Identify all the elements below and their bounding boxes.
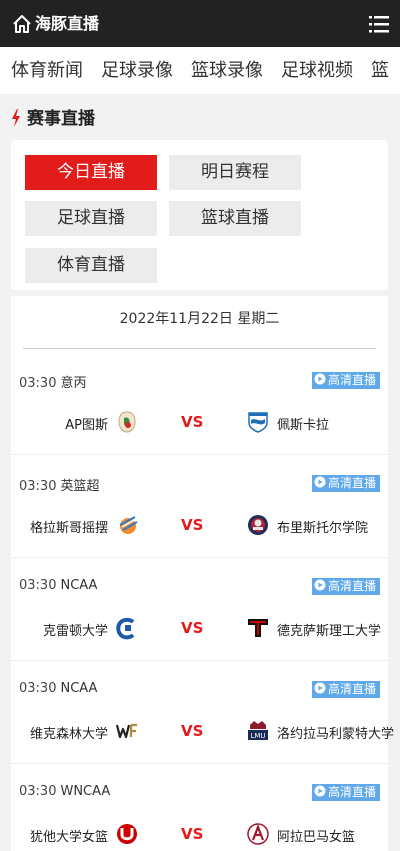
- vs-label: VS: [181, 722, 204, 740]
- away-team-logo-icon: LMU: [248, 721, 268, 740]
- match-row[interactable]: 03:30 英篮超 高清直播 格拉斯哥摇摆 VS 布里斯托尔学院: [11, 455, 388, 558]
- divider: [23, 348, 376, 349]
- hd-live-label: 高清直播: [327, 476, 376, 490]
- match-league: 意丙: [60, 376, 87, 391]
- match-time-league: 03:30 英篮超: [19, 475, 99, 494]
- play-icon: [314, 476, 326, 488]
- vs-label: VS: [181, 516, 204, 534]
- home-team-name: 克雷顿大学: [42, 624, 108, 639]
- away-team-name: 德克萨斯理工大学: [277, 624, 382, 639]
- hd-live-badge[interactable]: 高清直播: [311, 578, 380, 595]
- hd-live-label: 高清直播: [327, 373, 376, 387]
- date-label: 2022年11月22日 星期二: [119, 311, 280, 327]
- home-team-logo-icon: [116, 617, 135, 640]
- site-brand[interactable]: 海豚直播: [35, 13, 99, 35]
- category-nav: 体育新闻 足球录像 篮球录像 足球视频篮: [0, 47, 400, 95]
- hd-live-badge[interactable]: 高清直播: [311, 681, 380, 698]
- match-time-league: 03:30 NCAA: [19, 681, 97, 696]
- tab-basketball-live[interactable]: 篮球直播: [169, 201, 301, 236]
- match-row[interactable]: 03:30 NCAA 高清直播 克雷顿大学 VS 德克萨斯理工大学: [11, 558, 388, 661]
- hd-live-label: 高清直播: [327, 682, 376, 696]
- home-team-logo-icon: [118, 411, 136, 433]
- match-time: 03:30: [19, 784, 57, 799]
- nav-item-truncated[interactable]: 篮: [371, 47, 389, 94]
- home-icon[interactable]: [11, 13, 33, 35]
- away-team-name: 阿拉巴马女篮: [277, 830, 356, 845]
- tab-today-live[interactable]: 今日直播: [25, 155, 157, 190]
- away-team-name: 佩斯卡拉: [277, 418, 330, 433]
- match-row[interactable]: 03:30 NCAA 高清直播 维克森林大学 VS LMU 洛约拉马利蒙特大学: [11, 661, 394, 764]
- home-team-name: 格拉斯哥摇摆: [29, 521, 108, 536]
- hd-live-badge[interactable]: 高清直播: [311, 784, 380, 801]
- tab-sports-live[interactable]: 体育直播: [25, 248, 157, 283]
- away-team-logo-icon: [247, 823, 269, 845]
- away-team-logo-icon: [248, 619, 268, 637]
- match-time-league: 03:30 意丙: [19, 372, 86, 391]
- match-time: 03:30: [19, 479, 57, 494]
- away-team-name: 洛约拉马利蒙特大学: [277, 727, 395, 742]
- play-icon: [314, 579, 326, 591]
- section-title: 赛事直播: [11, 104, 95, 134]
- filter-tabs: 今日直播 明日赛程 足球直播 篮球直播 体育直播: [11, 140, 388, 290]
- match-league: WNCAA: [60, 784, 111, 799]
- home-team-name: AP图斯: [65, 418, 108, 433]
- tab-tomorrow-schedule[interactable]: 明日赛程: [169, 155, 301, 190]
- top-bar: 海豚直播: [0, 0, 400, 47]
- match-time: 03:30: [19, 376, 57, 391]
- nav-item-basketball-replays[interactable]: 篮球录像: [191, 47, 263, 94]
- match-row[interactable]: 03:30 意丙 高清直播 AP图斯 VS 佩斯卡拉: [11, 352, 388, 455]
- nav-item-football-videos[interactable]: 足球视频: [281, 47, 353, 94]
- match-league: 英篮超: [60, 479, 100, 494]
- match-row[interactable]: 03:30 WNCAA 高清直播 犹他大学女篮 VS 阿拉巴马女篮: [11, 764, 388, 851]
- hd-live-badge[interactable]: 高清直播: [311, 372, 380, 389]
- hd-live-label: 高清直播: [327, 579, 376, 593]
- away-team-logo-icon: [248, 412, 268, 433]
- play-icon: [314, 373, 326, 385]
- home-team-logo-icon: [119, 516, 138, 534]
- vs-label: VS: [181, 413, 204, 431]
- home-team-name: 犹他大学女篮: [29, 830, 108, 845]
- hd-live-label: 高清直播: [327, 785, 376, 799]
- home-team-logo-icon: [117, 824, 137, 844]
- match-time: 03:30: [19, 578, 57, 593]
- match-league: NCAA: [60, 578, 98, 593]
- away-team-name: 布里斯托尔学院: [277, 521, 369, 536]
- match-league: NCAA: [60, 681, 98, 696]
- nav-item-football-replays[interactable]: 足球录像: [101, 47, 173, 94]
- away-team-logo-icon: [248, 515, 268, 535]
- svg-text:LMU: LMU: [250, 732, 265, 740]
- tab-football-live[interactable]: 足球直播: [25, 201, 157, 236]
- match-time-league: 03:30 NCAA: [19, 578, 97, 593]
- match-list: 2022年11月22日 星期二 03:30 意丙 高清直播 AP图斯 VS 佩斯卡…: [11, 296, 394, 851]
- nav-item-sports-news[interactable]: 体育新闻: [11, 47, 83, 94]
- home-team-logo-icon: [115, 723, 137, 739]
- play-icon: [314, 682, 326, 694]
- match-time-league: 03:30 WNCAA: [19, 784, 110, 799]
- vs-label: VS: [181, 825, 204, 843]
- hd-live-badge[interactable]: 高清直播: [311, 475, 380, 492]
- section-title-text: 赛事直播: [27, 109, 95, 129]
- menu-icon[interactable]: [368, 13, 390, 35]
- home-team-name: 维克森林大学: [29, 727, 108, 742]
- match-time: 03:30: [19, 681, 57, 696]
- lightning-icon: [12, 109, 20, 127]
- vs-label: VS: [181, 619, 204, 637]
- play-icon: [314, 785, 326, 797]
